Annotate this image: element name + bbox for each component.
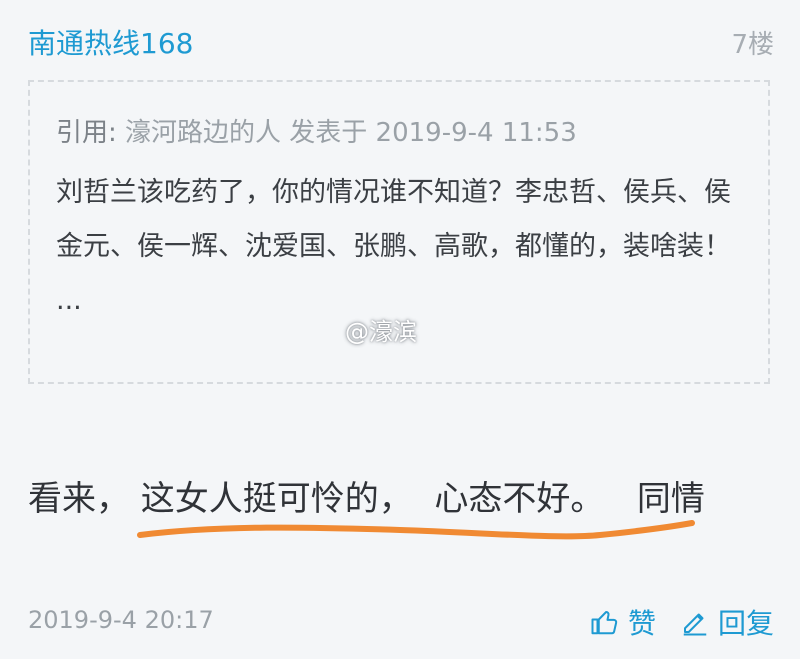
username-link[interactable]: 南通热线168: [28, 22, 193, 62]
hand-drawn-underline: [137, 520, 695, 540]
pencil-icon: [683, 613, 707, 636]
reply-label: 回复: [717, 607, 774, 640]
watermark: @濠滨: [345, 318, 417, 346]
quote-label: 引用:: [56, 118, 117, 148]
reply-button[interactable]: 回复: [680, 602, 774, 642]
quote-meta: 引用: 濠河路边的人 发表于 2019-9-4 11:53: [56, 116, 744, 150]
post-header: 南通热线168 7楼: [28, 22, 774, 62]
like-button[interactable]: 赞: [590, 602, 656, 642]
thumbs-up-icon: [591, 611, 618, 635]
post-timestamp: 2019-9-4 20:17: [28, 606, 214, 634]
quote-body: 刘哲兰该吃药了，你的情况谁不知道？李忠哲、侯兵、侯金元、侯一辉、沈爱国、张鹏、高…: [56, 177, 740, 316]
post-actions: 赞 回复: [590, 602, 774, 642]
like-label: 赞: [627, 607, 656, 640]
floor-number: 7楼: [731, 30, 774, 60]
post-footer: 2019-9-4 20:17 赞 回复: [28, 602, 774, 642]
quote-author-info: 濠河路边的人 发表于 2019-9-4 11:53: [125, 118, 577, 148]
